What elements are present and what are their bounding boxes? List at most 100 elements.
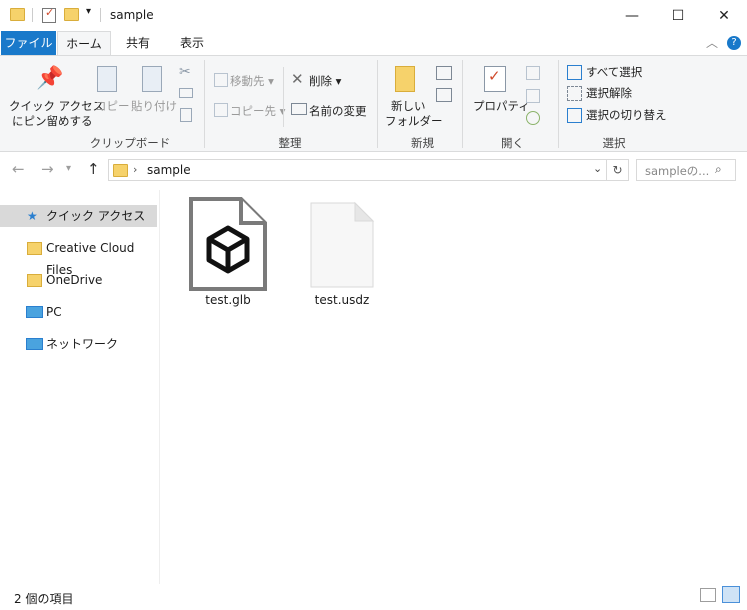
maximize-icon: ☐ — [671, 7, 685, 24]
search-box[interactable]: sampleの... ⌕ — [636, 159, 736, 181]
sidebar-item-label: PC — [46, 305, 62, 319]
open-icon[interactable] — [526, 66, 540, 80]
group-select: 選択 — [602, 136, 626, 150]
tab-file[interactable]: ファイル — [1, 31, 56, 55]
minimize-button[interactable]: — — [609, 0, 655, 31]
large-icons-view-icon[interactable] — [722, 586, 740, 603]
file-item[interactable]: test.glb — [183, 195, 271, 307]
easy-access-icon[interactable] — [436, 88, 452, 102]
sidebar-item-network[interactable]: ネットワーク — [0, 333, 157, 355]
file-name: test.glb — [205, 293, 251, 307]
select-none-button[interactable]: 選択解除 — [586, 85, 632, 101]
breadcrumb-separator[interactable]: › — [133, 163, 137, 176]
minimize-icon: — — [625, 7, 639, 24]
group-organize: 整理 — [278, 136, 302, 150]
move-to-button[interactable]: 移動先 ▾ — [230, 73, 274, 89]
pin-quick-access-label-1[interactable]: クイック アクセス — [9, 98, 104, 114]
pc-icon — [26, 306, 43, 318]
breadcrumb-path[interactable]: sample — [147, 163, 191, 177]
properties-quick-icon[interactable]: ✓ — [42, 6, 56, 23]
select-all-icon — [567, 65, 582, 80]
delete-icon: ✕ — [291, 70, 304, 88]
status-item-count: 2 個の項目 — [14, 592, 74, 606]
search-icon[interactable]: ⌕ — [715, 162, 722, 177]
file-item[interactable]: test.usdz — [297, 195, 385, 307]
group-clipboard: クリップボード — [89, 136, 171, 150]
new-folder-label-1[interactable]: 新しい — [391, 98, 426, 114]
close-icon: ✕ — [718, 7, 730, 24]
tab-view[interactable]: 表示 — [172, 31, 212, 55]
details-view-icon[interactable] — [700, 588, 716, 602]
forward-icon[interactable]: → — [41, 160, 54, 178]
pin-quick-access-label-2[interactable]: にピン留めする — [12, 113, 93, 129]
sidebar-item-pc[interactable]: PC — [0, 301, 157, 323]
delete-button[interactable]: 削除 ▾ — [309, 73, 341, 89]
refresh-icon[interactable]: ↻ — [607, 159, 629, 181]
ribbon-separator — [377, 60, 378, 148]
cut-icon[interactable]: ✂ — [179, 64, 191, 80]
group-open: 開く — [501, 136, 524, 150]
customize-quick-access-icon[interactable]: ▾ — [86, 6, 91, 17]
ribbon-separator — [204, 60, 205, 148]
file-name: test.usdz — [314, 293, 370, 307]
copy-to-button[interactable]: コピー先 ▾ — [230, 103, 285, 119]
tab-share[interactable]: 共有 — [118, 31, 158, 55]
close-button[interactable]: ✕ — [701, 0, 747, 31]
copy-button[interactable]: コピー — [95, 98, 130, 114]
copy-to-icon — [214, 103, 228, 117]
paste-icon — [142, 66, 162, 92]
group-new: 新規 — [411, 136, 434, 150]
properties-icon: ✓ — [484, 66, 506, 92]
onedrive-icon — [27, 274, 42, 287]
move-to-icon — [214, 73, 228, 87]
sidebar-item-onedrive[interactable]: OneDrive — [0, 269, 157, 291]
history-icon[interactable] — [526, 111, 540, 125]
address-history-icon[interactable]: ⌄ — [593, 162, 602, 175]
help-icon[interactable]: ? — [727, 36, 741, 50]
collapse-ribbon-icon[interactable]: ︿ — [702, 31, 722, 55]
glb-file-icon — [189, 197, 267, 291]
rename-button[interactable]: 名前の変更 — [309, 103, 367, 119]
paste-button[interactable]: 貼り付け — [131, 98, 177, 114]
back-icon[interactable]: ← — [12, 160, 25, 178]
ribbon: 📌 クイック アクセス にピン留めする コピー 貼り付け ✂ クリップボード 移… — [0, 55, 747, 152]
select-none-icon — [567, 86, 582, 101]
creative-cloud-icon — [27, 242, 42, 255]
invert-selection-button[interactable]: 選択の切り替え — [586, 107, 667, 123]
window-title: sample — [110, 8, 154, 22]
folder-icon — [10, 8, 25, 21]
sidebar-item-quick-access[interactable]: ★ クイック アクセス — [0, 205, 157, 227]
sidebar-item-creative-cloud[interactable]: Creative Cloud Files — [0, 237, 157, 277]
star-icon: ★ — [27, 209, 38, 223]
copy-path-icon[interactable] — [179, 88, 193, 98]
search-input[interactable]: sampleの... — [645, 163, 709, 179]
edit-icon[interactable] — [526, 89, 540, 103]
copy-icon — [97, 66, 117, 92]
invert-selection-icon — [567, 108, 582, 123]
address-bar[interactable]: › sample ⌄ — [108, 159, 607, 181]
toolbar-divider — [32, 8, 33, 22]
new-folder-quick-icon[interactable] — [64, 8, 79, 21]
ribbon-separator — [462, 60, 463, 148]
new-item-icon[interactable] — [436, 66, 452, 80]
organize-divider — [283, 67, 284, 127]
sidebar-item-label: ネットワーク — [46, 337, 119, 351]
maximize-button[interactable]: ☐ — [655, 0, 701, 31]
usdz-file-icon — [310, 201, 375, 288]
ribbon-separator — [558, 60, 559, 148]
sidebar-item-label: OneDrive — [46, 273, 103, 287]
new-folder-label-2[interactable]: フォルダー — [385, 113, 443, 129]
network-icon — [26, 338, 43, 350]
paste-shortcut-icon[interactable] — [180, 108, 192, 122]
tab-home[interactable]: ホーム — [57, 31, 111, 55]
rename-icon — [291, 103, 307, 115]
folder-icon — [113, 164, 128, 177]
properties-button[interactable]: プロパティ — [473, 98, 530, 114]
up-icon[interactable]: ↑ — [87, 160, 100, 178]
pin-icon: 📌 — [36, 66, 64, 91]
select-all-button[interactable]: すべて選択 — [586, 64, 642, 80]
ribbon-tabs: ファイル ホーム 共有 表示 ︿ ? — [0, 31, 747, 55]
pane-divider — [159, 190, 160, 584]
new-folder-icon — [395, 66, 415, 92]
recent-locations-icon[interactable]: ▾ — [66, 163, 71, 174]
